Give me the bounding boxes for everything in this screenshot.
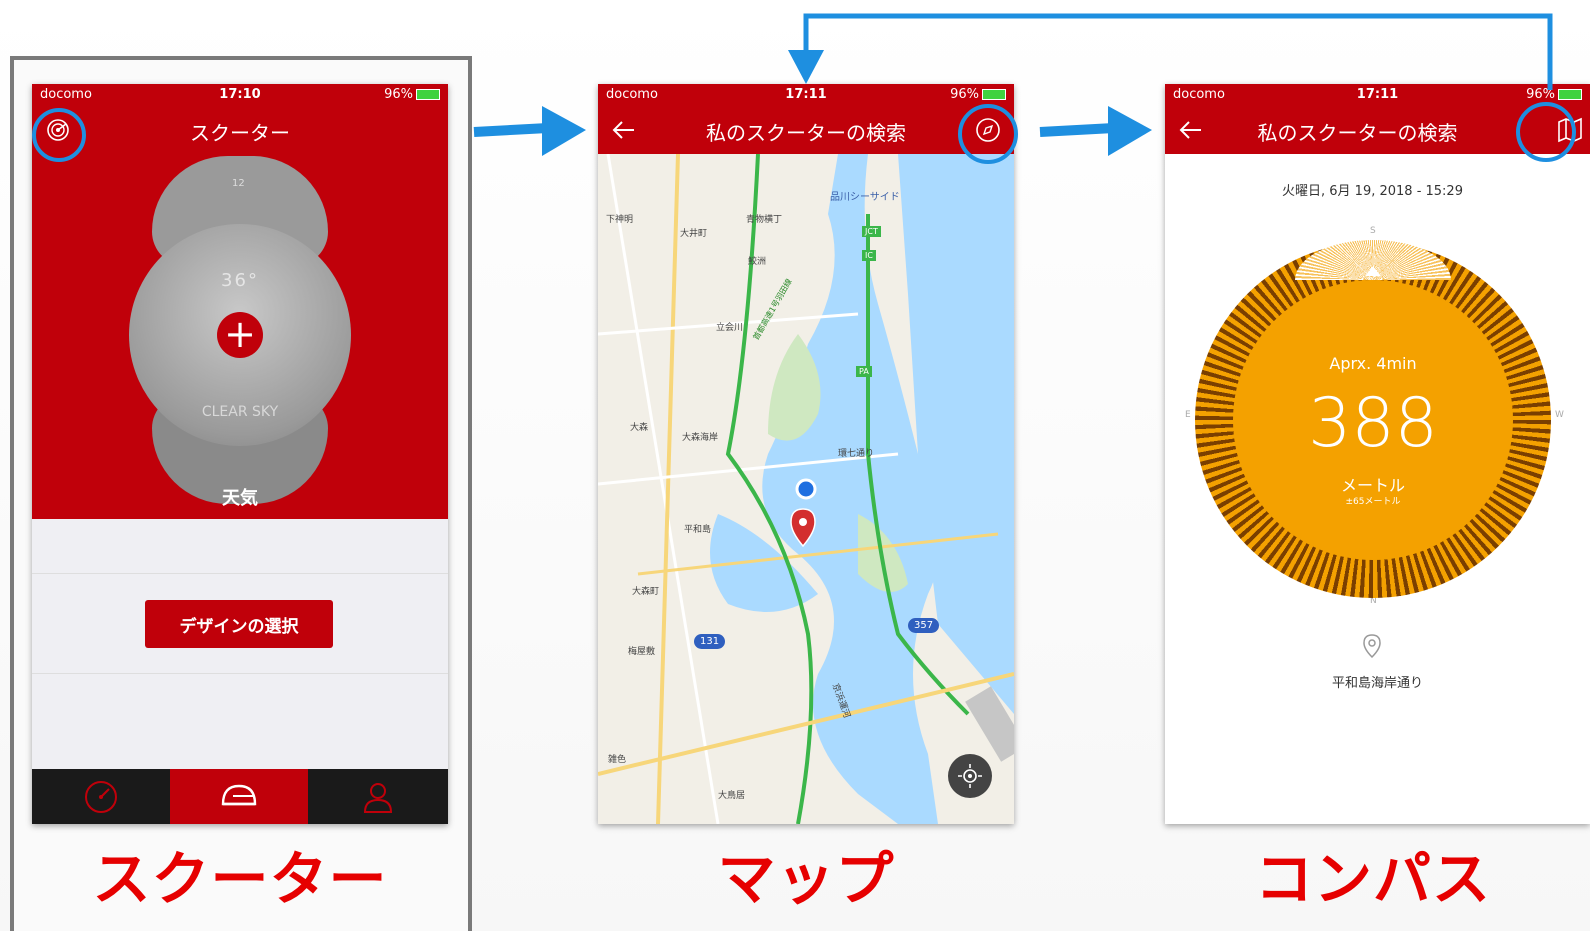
highlight-radar-button bbox=[32, 108, 86, 162]
label-compass: コンパス bbox=[1254, 845, 1491, 913]
user-icon bbox=[363, 783, 393, 813]
divider bbox=[32, 673, 448, 674]
design-select-button[interactable]: デザインの選択 bbox=[145, 600, 333, 648]
dir-left: E bbox=[1185, 410, 1191, 420]
battery-indicator: 96% bbox=[384, 87, 440, 102]
battery-icon bbox=[416, 89, 440, 100]
dial-temperature: 36° bbox=[221, 270, 259, 291]
highlight-map-button bbox=[1516, 102, 1576, 162]
arrow-right-icon bbox=[473, 106, 586, 156]
nav-bar: スクーター bbox=[32, 106, 448, 154]
map-graphic bbox=[598, 154, 1014, 824]
eta-label: Aprx. 4min bbox=[1329, 354, 1417, 373]
highway-shield: JCT bbox=[862, 226, 881, 237]
date-time: 火曜日, 6月 19, 2018 - 15:29 bbox=[1282, 184, 1463, 199]
map-label: 大森町 bbox=[632, 587, 660, 597]
heading-arrow-icon bbox=[1365, 266, 1381, 276]
battery-icon bbox=[1558, 89, 1582, 100]
dial-number: 12 bbox=[232, 178, 245, 189]
battery-percent: 96% bbox=[384, 87, 413, 102]
tab-bar bbox=[32, 769, 448, 824]
tab-profile[interactable] bbox=[308, 769, 448, 824]
distance-unit: メートル bbox=[1340, 476, 1405, 495]
location-pin-icon bbox=[1363, 634, 1381, 659]
map-label: 品川シーサイド bbox=[830, 192, 900, 203]
distance-value: 388 bbox=[1308, 384, 1438, 463]
compass-center: Aprx. 4min 388 メートル ±65メートル bbox=[1233, 280, 1513, 560]
map-label: 大井町 bbox=[680, 229, 708, 239]
battery-icon bbox=[982, 89, 1006, 100]
return-arrow-icon bbox=[788, 13, 1553, 90]
page-title: スクーター bbox=[190, 121, 290, 145]
highway-shield: 357 bbox=[908, 618, 940, 633]
map-label: 梅屋敷 bbox=[628, 647, 656, 657]
place-name: 平和島海岸通り bbox=[1331, 676, 1423, 691]
tab-speedometer[interactable] bbox=[32, 769, 170, 824]
map-label: 青物横丁 bbox=[746, 215, 783, 225]
page-title: 私のスクーターの検索 bbox=[1257, 121, 1458, 145]
nav-bar: 私のスクーターの検索 bbox=[598, 106, 1014, 154]
highway-shield: IC bbox=[862, 250, 876, 261]
arrow-right-icon bbox=[1039, 106, 1152, 156]
weather-label: 天気 bbox=[222, 488, 258, 509]
map-label: 立会川 bbox=[716, 323, 744, 333]
map-label: 環七通り bbox=[838, 449, 875, 459]
tab-helmet[interactable] bbox=[170, 769, 308, 824]
highway-shield: 131 bbox=[694, 634, 726, 649]
dial-condition: CLEAR SKY bbox=[201, 404, 279, 420]
helmet-icon bbox=[221, 784, 257, 806]
label-scooter: スクーター bbox=[92, 845, 388, 913]
crosshair-icon bbox=[958, 764, 982, 788]
highlight-compass-button bbox=[958, 104, 1018, 164]
map-screen: docomo 17:11 96% 私のスクーターの検索 品川シーサイド 下神明 … bbox=[598, 84, 1014, 824]
map-label: 平和島 bbox=[684, 525, 712, 535]
page-title: 私のスクーターの検索 bbox=[706, 121, 906, 145]
speedometer-icon bbox=[85, 781, 117, 813]
map-label: 下神明 bbox=[606, 215, 634, 225]
scooter-screen: docomo 17:10 96% スクーター 36° + CLEAR SKY 1… bbox=[32, 84, 448, 824]
compass-screen: docomo 17:11 96% 私のスクーターの検索 火曜日, 6月 19, … bbox=[1165, 84, 1590, 824]
dir-top: S bbox=[1370, 226, 1376, 236]
label-map: マップ bbox=[717, 845, 895, 913]
compass-dial: Aprx. 4min 388 メートル ±65メートル bbox=[1195, 240, 1551, 598]
map-label: 大森海岸 bbox=[682, 433, 719, 443]
map-label: 大森 bbox=[630, 423, 649, 433]
distance-accuracy: ±65メートル bbox=[1345, 497, 1401, 507]
locate-button[interactable] bbox=[948, 754, 992, 798]
map-label: 大鳥居 bbox=[718, 791, 746, 801]
dir-right: W bbox=[1555, 410, 1564, 420]
status-bar: docomo 17:10 96% bbox=[32, 84, 448, 106]
add-button[interactable]: + bbox=[217, 312, 263, 358]
weather-dial[interactable]: 36° + CLEAR SKY bbox=[129, 224, 351, 446]
map-label: 雑色 bbox=[608, 755, 627, 765]
weather-panel: 36° + CLEAR SKY 12 天気 bbox=[32, 154, 448, 519]
highway-shield: PA bbox=[856, 366, 872, 377]
map-view[interactable]: 品川シーサイド 下神明 大井町 青物横丁 鮫洲 立会川 大森 大森海岸 平和島 … bbox=[598, 154, 1014, 824]
divider bbox=[32, 573, 448, 574]
map-label: 鮫洲 bbox=[748, 257, 767, 267]
